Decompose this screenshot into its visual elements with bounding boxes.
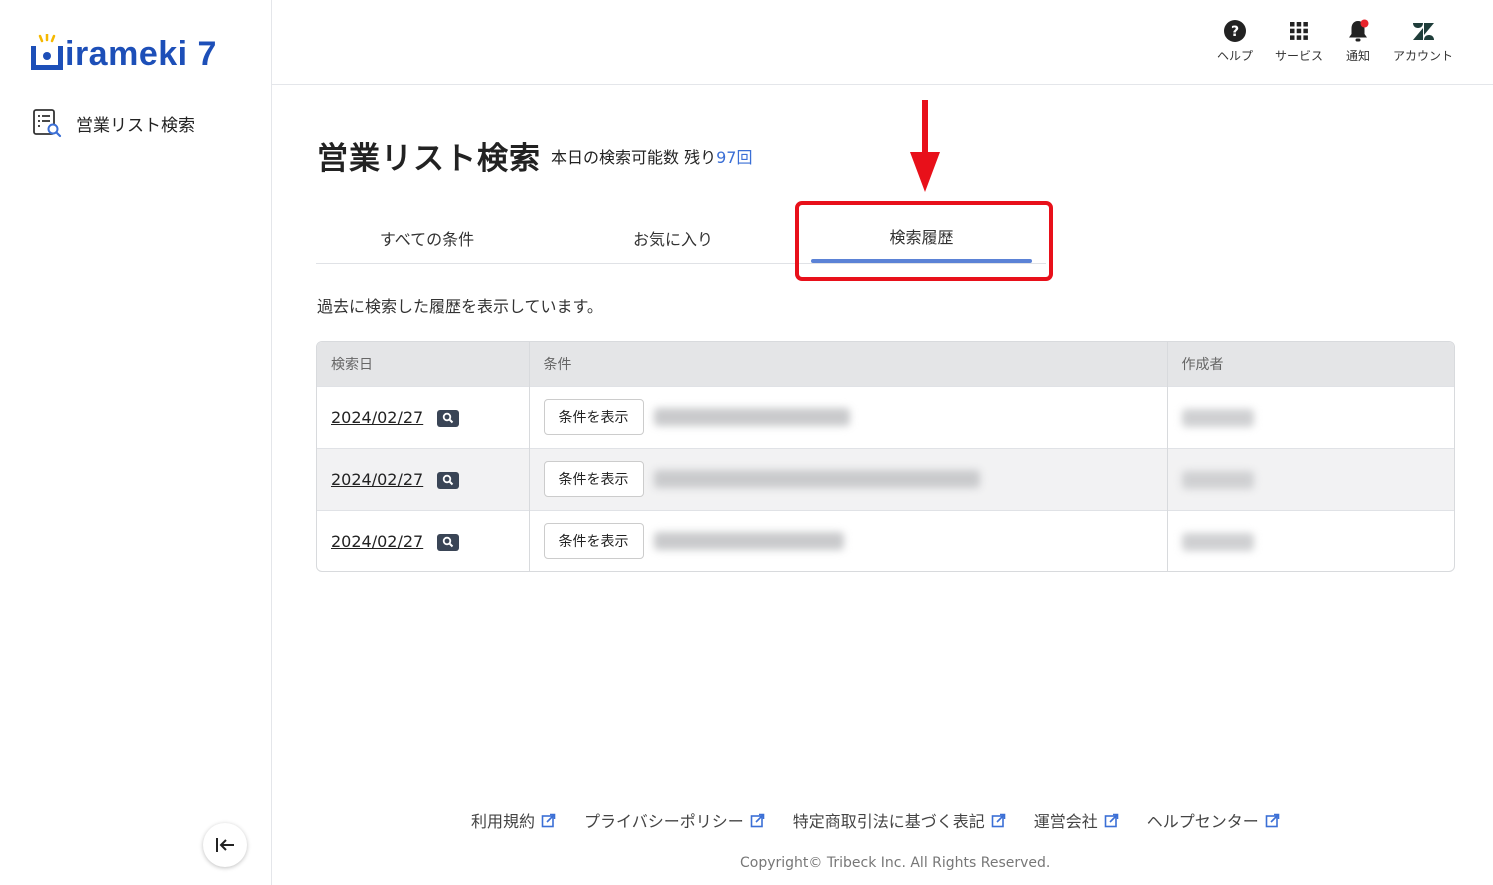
tab-all-conditions[interactable]: すべての条件 xyxy=(316,226,538,250)
external-link-icon xyxy=(541,813,556,827)
search-date-link[interactable]: 2024/02/27 xyxy=(331,532,423,551)
search-icon xyxy=(443,474,454,486)
show-conditions-button[interactable]: 条件を表示 xyxy=(543,523,644,560)
svg-text:?: ? xyxy=(1231,24,1239,40)
help-button[interactable]: ? ヘルプ xyxy=(1217,18,1253,64)
external-link-icon xyxy=(991,813,1006,827)
help-label: ヘルプ xyxy=(1216,49,1253,63)
active-tab-indicator xyxy=(811,259,1032,263)
redacted-creator xyxy=(1181,408,1254,427)
sidebar-item-label: 営業リスト検索 xyxy=(76,115,195,136)
footer-link-label: ヘルプセンター xyxy=(1146,812,1259,831)
footer-link-privacy[interactable]: プライバシーポリシー xyxy=(584,808,765,832)
tab-label: お気に入り xyxy=(632,230,713,249)
annotation-arrow xyxy=(908,100,942,198)
conditions-cell: 条件を表示 xyxy=(529,447,1168,510)
history-table: 検索日 条件 作成者 2024/02/27 条件を表示 2024/02/27 条… xyxy=(316,341,1455,572)
footer-link-label: 利用規約 xyxy=(471,812,536,831)
creator-cell xyxy=(1167,509,1454,571)
services-label: サービス xyxy=(1274,49,1323,63)
services-button[interactable]: サービス xyxy=(1275,18,1323,64)
table-row: 2024/02/27 条件を表示 xyxy=(317,509,1454,571)
page-title: 営業リスト検索 xyxy=(317,141,541,177)
grid-icon xyxy=(1289,22,1308,40)
redacted-conditions xyxy=(653,470,980,488)
footer-links: 利用規約 プライバシーポリシー 特定商取引法に基づく表記 運営会社 ヘルプセンタ… xyxy=(471,808,1280,832)
column-header-search-date: 検索日 xyxy=(317,342,530,386)
table-row: 2024/02/27 条件を表示 xyxy=(317,385,1454,448)
account-button[interactable]: アカウント xyxy=(1393,18,1453,64)
redacted-conditions xyxy=(653,532,844,551)
list-search-icon xyxy=(33,109,62,138)
show-conditions-button[interactable]: 条件を表示 xyxy=(543,399,644,435)
footer-link-company[interactable]: 運営会社 xyxy=(1034,808,1119,832)
tab-label: すべての条件 xyxy=(379,230,475,249)
search-quota: 本日の検索可能数 残り97回 xyxy=(551,144,752,168)
creator-cell xyxy=(1167,447,1454,510)
date-cell: 2024/02/27 xyxy=(317,509,530,571)
redacted-creator xyxy=(1181,533,1254,551)
external-link-icon xyxy=(750,813,765,827)
footer-link-label: プライバシーポリシー xyxy=(584,812,744,831)
footer-link-terms[interactable]: 利用規約 xyxy=(471,808,556,832)
show-conditions-button[interactable]: 条件を表示 xyxy=(543,461,644,497)
tab-label: 検索履歴 xyxy=(889,228,954,247)
bell-icon xyxy=(1348,19,1369,42)
table-row: 2024/02/27 条件を表示 xyxy=(317,447,1454,510)
external-link-icon xyxy=(1265,813,1280,827)
rerun-search-button[interactable] xyxy=(437,471,460,489)
copyright: Copyright© Tribeck Inc. All Rights Reser… xyxy=(740,855,1051,871)
topbar: ? ヘルプ サービス 通知 アカウント xyxy=(272,0,1493,85)
account-label: アカウント xyxy=(1392,49,1453,63)
rerun-search-button[interactable] xyxy=(437,409,460,427)
history-description: 過去に検索した履歴を表示しています。 xyxy=(317,297,603,316)
footer-link-label: 運営会社 xyxy=(1033,812,1098,831)
conditions-cell: 条件を表示 xyxy=(529,509,1168,571)
quota-label: 本日の検索可能数 残り xyxy=(551,148,717,167)
search-date-link[interactable]: 2024/02/27 xyxy=(331,408,423,427)
tab-bar: すべての条件 お気に入り 検索履歴 xyxy=(316,210,1046,264)
logo-mark-icon xyxy=(31,34,63,70)
external-link-icon xyxy=(1104,813,1119,827)
footer-link-commerce-law[interactable]: 特定商取引法に基づく表記 xyxy=(793,808,1006,832)
search-icon xyxy=(443,412,454,424)
conditions-cell: 条件を表示 xyxy=(529,385,1168,448)
redacted-conditions xyxy=(653,408,850,426)
search-date-link[interactable]: 2024/02/27 xyxy=(331,470,423,489)
notifications-button[interactable]: 通知 xyxy=(1345,18,1371,64)
quota-count: 97回 xyxy=(716,148,753,167)
sidebar: irameki 7 営業リスト検索 xyxy=(0,0,272,885)
creator-cell xyxy=(1167,385,1454,448)
column-header-conditions: 条件 xyxy=(529,342,1168,386)
notifications-label: 通知 xyxy=(1345,49,1370,63)
footer-link-label: 特定商取引法に基づく表記 xyxy=(792,812,985,831)
date-cell: 2024/02/27 xyxy=(317,447,530,510)
rerun-search-button[interactable] xyxy=(437,533,460,551)
collapse-left-icon xyxy=(216,838,234,852)
date-cell: 2024/02/27 xyxy=(317,385,530,448)
collapse-sidebar-button[interactable] xyxy=(203,823,247,867)
redacted-creator xyxy=(1181,470,1254,489)
logo-text: irameki 7 xyxy=(65,35,217,73)
tab-search-history[interactable]: 検索履歴 xyxy=(811,224,1032,248)
search-icon xyxy=(443,537,454,548)
help-icon: ? xyxy=(1223,20,1246,42)
zendesk-icon xyxy=(1412,23,1434,40)
app-logo[interactable]: irameki 7 xyxy=(30,30,217,74)
sidebar-item-sales-list-search[interactable]: 営業リスト検索 xyxy=(32,108,195,138)
column-header-creator: 作成者 xyxy=(1167,342,1454,386)
footer-link-help-center[interactable]: ヘルプセンター xyxy=(1147,808,1280,832)
tab-favorites[interactable]: お気に入り xyxy=(562,226,784,250)
table-header-row: 検索日 条件 作成者 xyxy=(317,342,1454,386)
